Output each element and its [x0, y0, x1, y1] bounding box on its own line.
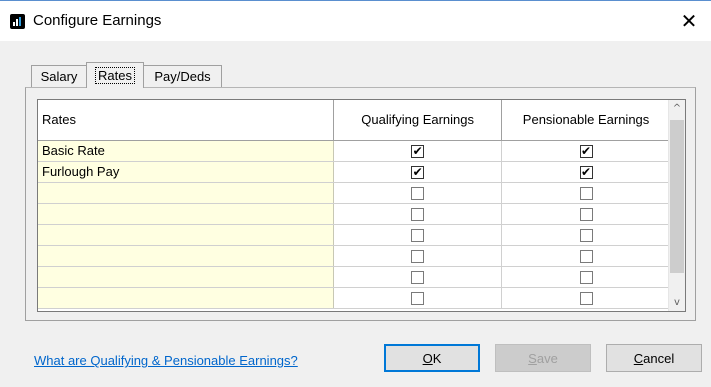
pensionable-earnings-checkbox[interactable]	[579, 271, 593, 285]
table-row[interactable]	[38, 287, 671, 309]
cancel-button-mnemonic: C	[633, 350, 644, 366]
ok-button[interactable]: OK	[384, 344, 480, 372]
column-header-qualifying-earnings[interactable]: Qualifying Earnings	[333, 100, 503, 141]
checkmark-icon: ✔	[412, 165, 423, 180]
pensionable-earnings-checkbox[interactable]	[579, 208, 593, 222]
save-button[interactable]: Save	[495, 344, 591, 372]
qualifying-earnings-cell	[333, 182, 503, 204]
rates-tab-panel: Rates Qualifying Earnings Pensionable Ea…	[25, 87, 696, 321]
table-row[interactable]	[38, 266, 671, 288]
rate-name-cell[interactable]	[38, 266, 335, 288]
save-button-label: ave	[536, 350, 558, 366]
pensionable-earnings-cell	[501, 287, 671, 309]
pensionable-earnings-checkbox[interactable]	[579, 187, 593, 201]
checkmark-icon: ✔	[412, 144, 423, 159]
qualifying-earnings-cell	[333, 245, 503, 267]
app-chart-icon	[10, 14, 25, 29]
table-row[interactable]	[38, 182, 671, 204]
rate-name-cell[interactable]	[38, 245, 335, 267]
pensionable-earnings-cell: ✔	[501, 140, 671, 162]
tab-rates[interactable]: Rates	[86, 62, 144, 88]
rate-name-cell[interactable]	[38, 182, 335, 204]
qualifying-earnings-checkbox[interactable]	[411, 208, 425, 222]
qualifying-pensionable-help-link[interactable]: What are Qualifying & Pensionable Earnin…	[34, 353, 298, 368]
scroll-up-arrow-icon[interactable]: ^	[669, 100, 685, 117]
table-row[interactable]	[38, 245, 671, 267]
qualifying-earnings-cell	[333, 266, 503, 288]
pensionable-earnings-checkbox[interactable]	[579, 229, 593, 243]
qualifying-earnings-cell	[333, 287, 503, 309]
checkmark-icon: ✔	[581, 165, 592, 180]
title-bar: Configure Earnings ✕	[0, 1, 711, 41]
qualifying-earnings-checkbox[interactable]	[411, 271, 425, 285]
qualifying-earnings-cell: ✔	[333, 161, 503, 183]
cancel-button[interactable]: Cancel	[606, 344, 702, 372]
tab-rates-label: Rates	[95, 67, 135, 84]
grid-vertical-scrollbar[interactable]: ^ v	[668, 100, 685, 311]
pensionable-earnings-checkbox[interactable]: ✔	[579, 165, 593, 180]
pensionable-earnings-cell: ✔	[501, 161, 671, 183]
close-button[interactable]: ✕	[667, 1, 711, 41]
rate-name-cell[interactable]	[38, 224, 335, 246]
configure-earnings-dialog: Configure Earnings ✕ Salary Rates Pay/De…	[0, 0, 711, 387]
pensionable-earnings-cell	[501, 224, 671, 246]
pensionable-earnings-cell	[501, 266, 671, 288]
scrollbar-thumb[interactable]	[670, 120, 684, 273]
qualifying-earnings-checkbox[interactable]	[411, 229, 425, 243]
ok-button-label: K	[432, 350, 442, 366]
column-header-pensionable-earnings[interactable]: Pensionable Earnings	[501, 100, 671, 141]
table-row[interactable]	[38, 224, 671, 246]
pensionable-earnings-checkbox[interactable]	[579, 250, 593, 264]
save-button-mnemonic: S	[528, 350, 537, 366]
earnings-grid: Rates Qualifying Earnings Pensionable Ea…	[37, 99, 686, 312]
qualifying-earnings-checkbox[interactable]: ✔	[411, 144, 425, 159]
qualifying-earnings-checkbox[interactable]	[411, 250, 425, 264]
close-icon: ✕	[680, 9, 698, 33]
rate-name-cell[interactable]	[38, 287, 335, 309]
window-title: Configure Earnings	[33, 12, 162, 29]
pensionable-earnings-cell	[501, 203, 671, 225]
rate-name-cell[interactable]: Basic Rate	[38, 140, 335, 162]
tab-salary[interactable]: Salary	[31, 65, 87, 87]
pensionable-earnings-cell	[501, 245, 671, 267]
cancel-button-label: ancel	[643, 350, 675, 366]
tab-pay-deds[interactable]: Pay/Deds	[143, 65, 222, 87]
tab-pay-deds-label: Pay/Deds	[154, 69, 211, 84]
rate-name-cell[interactable]	[38, 203, 335, 225]
rate-name-cell[interactable]: Furlough Pay	[38, 161, 335, 183]
qualifying-earnings-cell	[333, 224, 503, 246]
table-row[interactable]	[38, 203, 671, 225]
checkmark-icon: ✔	[581, 144, 592, 159]
qualifying-earnings-checkbox[interactable]	[411, 187, 425, 201]
scroll-down-arrow-icon[interactable]: v	[669, 294, 685, 311]
qualifying-earnings-checkbox[interactable]	[411, 292, 425, 306]
ok-button-mnemonic: O	[422, 350, 433, 366]
table-row[interactable]: Basic Rate ✔ ✔	[38, 140, 671, 162]
pensionable-earnings-checkbox[interactable]	[579, 292, 593, 306]
qualifying-earnings-cell: ✔	[333, 140, 503, 162]
qualifying-earnings-checkbox[interactable]: ✔	[411, 165, 425, 180]
pensionable-earnings-cell	[501, 182, 671, 204]
table-row[interactable]: Furlough Pay ✔ ✔	[38, 161, 671, 183]
pensionable-earnings-checkbox[interactable]: ✔	[579, 144, 593, 159]
column-header-rates[interactable]: Rates	[38, 100, 335, 141]
qualifying-earnings-cell	[333, 203, 503, 225]
tab-salary-label: Salary	[40, 69, 78, 84]
